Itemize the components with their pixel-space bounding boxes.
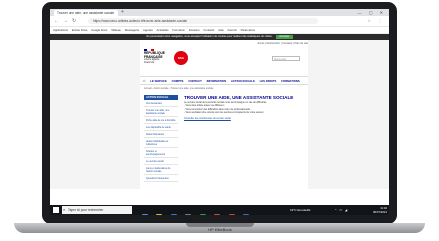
- windows-taskbar: ⌕ Taper ici pour rechercher 19°C Ensolei…: [50, 205, 389, 215]
- page-background: Accès | Rechercher | Contacts | Plan du …: [50, 40, 389, 189]
- bookmark[interactable]: Aide: [218, 27, 224, 33]
- bookmark[interactable]: Tableau: [111, 27, 121, 33]
- bookmark[interactable]: Entrée Drive: [72, 27, 88, 33]
- article-link[interactable]: Consulter les coordonnées du service soc…: [184, 117, 304, 120]
- clock-date: 06/07/2021: [373, 210, 387, 214]
- excel-icon[interactable]: [199, 214, 206, 215]
- bookmark[interactable]: Agenda: [143, 27, 153, 33]
- sidebar-item[interactable]: Fiche aide de vie à domicile: [144, 117, 178, 124]
- marianne-logo: RÉPUBLIQUE FRANÇAISE Liberté Égalité Fra…: [144, 49, 166, 73]
- laptop-screen: Trouver une aide, une assistante sociale…: [50, 9, 389, 215]
- bookmark[interactable]: Actualités: [156, 27, 168, 33]
- cookie-accept-button[interactable]: Accepter: [276, 35, 293, 39]
- home-icon[interactable]: ⌂: [143, 77, 145, 84]
- nav-item[interactable]: ACTION SOCIALE: [231, 78, 255, 84]
- sidebar-item[interactable]: Trouver une aide, une assistante sociale: [144, 107, 178, 117]
- sidebar-item[interactable]: Aides financières: [144, 131, 178, 138]
- task-view-icon[interactable]: [142, 214, 148, 215]
- bookmark[interactable]: Google Docs: [91, 27, 107, 33]
- bookmark[interactable]: Paramètres: [241, 27, 255, 33]
- taskbar-clock[interactable]: 11:02 06/07/2021: [361, 206, 387, 214]
- bookmark[interactable]: Favoris: [228, 27, 237, 33]
- taskbar-weather[interactable]: 19°C Ensoleillé: [290, 205, 310, 215]
- chrome-icon[interactable]: [214, 214, 221, 215]
- bookmark[interactable]: Applications: [53, 27, 68, 33]
- breadcrumb[interactable]: Accueil › Action sociale › Trouver une a…: [144, 87, 304, 91]
- toolbar-icons[interactable]: ☆ ⋮: [367, 16, 385, 26]
- back-icon[interactable]: ←: [54, 16, 59, 26]
- site-search-input[interactable]: Rechercher: [272, 56, 300, 61]
- sidebar-item[interactable]: Aides individuelles et collectives: [144, 138, 178, 148]
- taskbar-apps: [142, 207, 253, 215]
- sidebar-item[interactable]: Liens et partenaires de l'action sociale: [144, 165, 178, 175]
- laptop-brand-label: HP EliteBook: [208, 227, 232, 232]
- bookmark[interactable]: Formation: [172, 27, 185, 33]
- windows-start-icon[interactable]: [53, 207, 59, 213]
- forward-icon[interactable]: →: [63, 16, 68, 26]
- system-tray-icons[interactable]: ^ ▭ ◢: [335, 205, 348, 215]
- sidebar: ACTION SOCIALE Vos demandes Trouver une …: [144, 95, 178, 187]
- nav-item[interactable]: LES DROITS: [260, 78, 277, 84]
- search-icon: ⌕: [63, 207, 66, 212]
- taskbar-search-text: Taper ici pour rechercher: [68, 208, 104, 212]
- nav-item[interactable]: LE SERVICE: [150, 78, 167, 84]
- new-tab-icon[interactable]: +: [121, 9, 124, 16]
- address-bar[interactable]: https://www.secu-artistes-auteurs.fr/tro…: [88, 18, 318, 24]
- sidebar-item[interactable]: Les dispositifs de santé: [144, 124, 178, 131]
- sidebar-item[interactable]: Questions fréquentes: [144, 175, 178, 182]
- article: TROUVER UNE AIDE, UNE ASSISTANTE SOCIALE…: [184, 95, 304, 155]
- nav-item[interactable]: FORMATIONS: [281, 78, 300, 84]
- main-nav: ⌂ LE SERVICE COMPTE CONTACT INFORMATION …: [140, 76, 308, 85]
- article-line: - Vous souhaitez être orienté vers les s…: [184, 111, 265, 115]
- logo-motto: Liberté Égalité Fraternité: [144, 58, 160, 64]
- bookmark[interactable]: Dossiers: [189, 27, 200, 33]
- taskbar-search-input[interactable]: ⌕ Taper ici pour rechercher: [62, 206, 132, 214]
- reload-icon[interactable]: ↻: [72, 16, 76, 26]
- sidebar-item[interactable]: Le service social: [144, 158, 178, 165]
- top-links[interactable]: Accès | Rechercher | Contacts | Plan du …: [140, 41, 308, 46]
- nav-item[interactable]: CONTACT: [188, 78, 201, 84]
- powerpoint-icon[interactable]: [228, 214, 235, 215]
- site-container: Accès | Rechercher | Contacts | Plan du …: [140, 40, 308, 189]
- nav-item[interactable]: COMPTE: [172, 78, 184, 84]
- bookmark[interactable]: Contacts: [203, 27, 214, 33]
- bookmark[interactable]: Messagerie: [125, 27, 139, 33]
- browser-tab-bar: Trouver une aide, une assistante sociale…: [50, 9, 389, 16]
- browser-toolbar: ← → ↻ https://www.secu-artistes-auteurs.…: [50, 16, 389, 27]
- bookmarks-bar: Applications Entrée Drive Google Docs Ta…: [50, 27, 389, 34]
- word-icon[interactable]: [243, 214, 250, 215]
- edge-icon[interactable]: [170, 214, 177, 215]
- nav-item[interactable]: INFORMATION: [207, 78, 227, 84]
- sidebar-item[interactable]: Soutien et accompagnement: [144, 148, 178, 158]
- cookie-text: En poursuivant votre navigation, vous ac…: [146, 35, 273, 38]
- window-controls[interactable]: — ▢ ✕: [358, 9, 386, 16]
- file-explorer-icon[interactable]: [156, 214, 163, 215]
- store-icon[interactable]: [185, 214, 192, 215]
- ssa-logo[interactable]: SSA: [174, 51, 188, 65]
- sidebar-item[interactable]: Vos demandes: [144, 100, 178, 107]
